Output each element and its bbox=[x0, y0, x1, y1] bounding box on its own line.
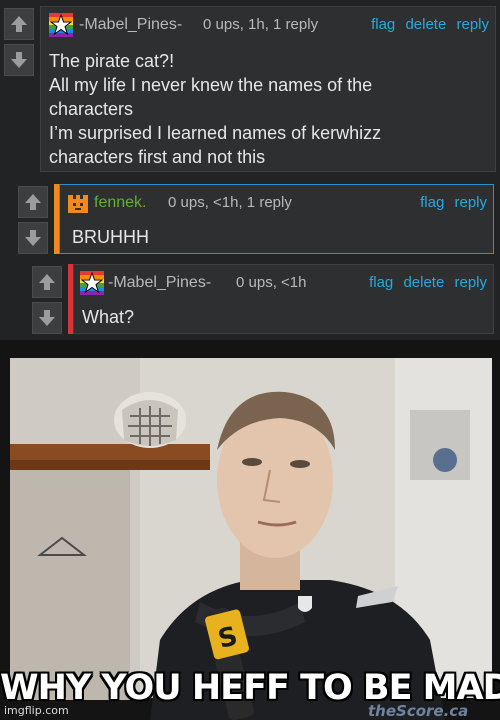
imgflip-watermark: imgflip.com bbox=[4, 704, 69, 717]
flag-link[interactable]: flag bbox=[369, 274, 393, 291]
arrow-down-icon bbox=[25, 230, 41, 246]
comment-box: -Mabel_Pines- 0 ups, 1h, 1 reply flag de… bbox=[40, 6, 496, 172]
text-line: characters first and not this bbox=[49, 147, 266, 167]
rainbow-star-avatar-icon bbox=[49, 13, 73, 37]
upvote-button[interactable] bbox=[32, 266, 62, 298]
upvote-button[interactable] bbox=[4, 8, 34, 40]
downvote-button[interactable] bbox=[32, 302, 62, 334]
arrow-down-icon bbox=[39, 310, 55, 326]
username[interactable]: -Mabel_Pines- bbox=[108, 274, 211, 292]
arrow-up-icon bbox=[11, 16, 27, 32]
rainbow-star-avatar-icon bbox=[80, 271, 104, 295]
username[interactable]: fennek. bbox=[94, 194, 146, 212]
flag-link[interactable]: flag bbox=[371, 16, 395, 33]
text-line: The pirate cat?! bbox=[49, 51, 175, 71]
comment-text: The pirate cat?! All my life I never kne… bbox=[49, 49, 381, 169]
comment-header: fennek. 0 ups, <1h, 1 reply flag reply bbox=[60, 185, 493, 215]
comment-header: -Mabel_Pines- 0 ups, <1h flag delete rep… bbox=[74, 265, 493, 295]
comment-thread: -Mabel_Pines- 0 ups, 1h, 1 reply flag de… bbox=[0, 0, 500, 340]
downvote-button[interactable] bbox=[18, 222, 48, 254]
arrow-up-icon bbox=[39, 274, 55, 290]
text-line: BRUHHH bbox=[72, 227, 150, 247]
reply-comment: fennek. 0 ups, <1h, 1 reply flag reply B… bbox=[16, 184, 494, 254]
vote-controls bbox=[16, 184, 50, 254]
comment-actions: flag delete reply bbox=[365, 16, 489, 33]
comment-actions: flag delete reply bbox=[363, 274, 487, 291]
downvote-button[interactable] bbox=[4, 44, 34, 76]
meme-caption: WHY YOU HEFF TO BE MAD bbox=[0, 668, 500, 708]
hockey-player-interview-photo: S bbox=[0, 340, 500, 720]
reply-link[interactable]: reply bbox=[454, 194, 487, 211]
reply-link[interactable]: reply bbox=[456, 16, 489, 33]
delete-link[interactable]: delete bbox=[403, 274, 444, 291]
text-line: I’m surprised I learned names of kerwhiz… bbox=[49, 123, 382, 143]
comment-box: fennek. 0 ups, <1h, 1 reply flag reply B… bbox=[59, 184, 494, 254]
meme-image: S theScore.ca bbox=[0, 340, 500, 720]
arrow-up-icon bbox=[25, 194, 41, 210]
text-line: What? bbox=[82, 307, 135, 327]
text-line: All my life I never knew the names of th… bbox=[49, 75, 373, 95]
comment-meta: 0 ups, <1h, 1 reply bbox=[168, 194, 292, 211]
upvote-button[interactable] bbox=[18, 186, 48, 218]
arrow-down-icon bbox=[11, 52, 27, 68]
delete-link[interactable]: delete bbox=[405, 16, 446, 33]
flag-link[interactable]: flag bbox=[420, 194, 444, 211]
comment-meta: 0 ups, <1h bbox=[236, 274, 307, 291]
comment: -Mabel_Pines- 0 ups, 1h, 1 reply flag de… bbox=[2, 6, 496, 172]
reply-link[interactable]: reply bbox=[454, 274, 487, 291]
comment-text: What? bbox=[82, 305, 134, 329]
reply-comment: -Mabel_Pines- 0 ups, <1h flag delete rep… bbox=[30, 264, 494, 334]
comment-meta: 0 ups, 1h, 1 reply bbox=[203, 16, 319, 33]
orange-castle-avatar-icon bbox=[66, 191, 90, 215]
comment-header: -Mabel_Pines- 0 ups, 1h, 1 reply flag de… bbox=[41, 7, 495, 37]
comment-text: BRUHHH bbox=[72, 225, 149, 249]
comment-actions: flag reply bbox=[414, 194, 487, 211]
text-line: characters bbox=[49, 99, 134, 119]
comment-box: -Mabel_Pines- 0 ups, <1h flag delete rep… bbox=[73, 264, 494, 334]
username[interactable]: -Mabel_Pines- bbox=[79, 16, 182, 34]
vote-controls bbox=[30, 264, 64, 334]
vote-controls bbox=[2, 6, 36, 172]
